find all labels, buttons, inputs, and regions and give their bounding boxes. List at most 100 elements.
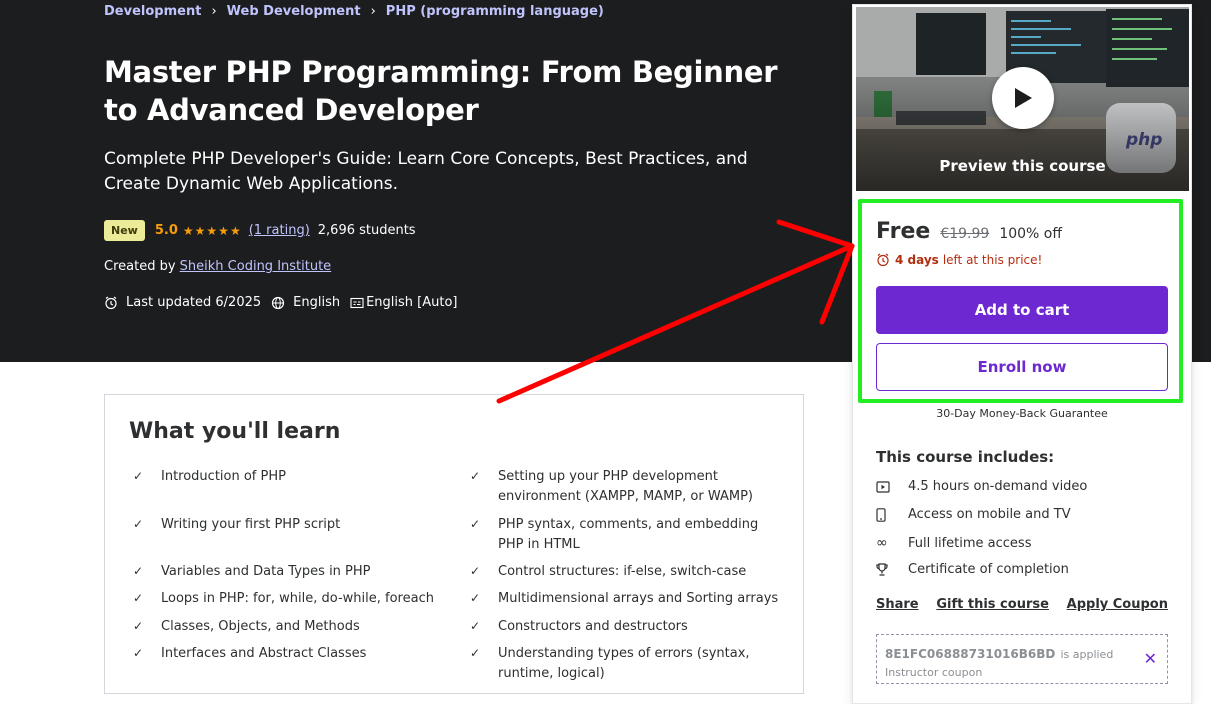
check-icon: ✓: [133, 646, 144, 660]
include-text: Access on mobile and TV: [908, 507, 1071, 522]
list-item: ✓ Interfaces and Abstract Classes: [129, 644, 449, 664]
learn-item-text: Multidimensional arrays and Sorting arra…: [498, 591, 779, 606]
learn-item-text: Introduction of PHP: [161, 469, 286, 484]
check-icon: ✓: [133, 564, 144, 578]
include-item: Certificate of completion: [876, 562, 1069, 577]
learn-item-text: Variables and Data Types in PHP: [161, 564, 371, 579]
course-subtitle: Complete PHP Developer's Guide: Learn Co…: [104, 149, 748, 194]
check-icon: ✓: [470, 564, 481, 578]
timer-text: left at this price!: [942, 253, 1043, 267]
include-item: Access on mobile and TV: [876, 507, 1071, 522]
rating-stars: ★ ★ ★ ★ ★: [183, 224, 242, 238]
students-count: 2,696 students: [317, 223, 416, 238]
list-item: ✓ Loops in PHP: for, while, do-while, fo…: [129, 589, 449, 609]
gift-course-link[interactable]: Gift this course: [936, 597, 1049, 612]
price-timer: 4 days left at this price!: [876, 253, 1042, 267]
instructor-link[interactable]: Sheikh Coding Institute: [180, 259, 332, 274]
include-item: 4.5 hours on-demand video: [876, 479, 1087, 494]
sidebar-links: Share Gift this course Apply Coupon: [876, 597, 1168, 612]
purchase-sidebar: php Preview this course Free €19.99 100%…: [852, 4, 1192, 704]
play-button[interactable]: [992, 67, 1054, 129]
include-text: 4.5 hours on-demand video: [908, 479, 1088, 494]
check-icon: ✓: [133, 591, 144, 605]
chevron-right-icon: ›: [211, 4, 217, 19]
globe-icon: [272, 296, 285, 309]
include-text: Certificate of completion: [908, 562, 1069, 577]
price-current: Free: [876, 219, 931, 244]
infinity-icon: ∞: [876, 535, 888, 551]
breadcrumb-php[interactable]: PHP (programming language): [386, 4, 604, 19]
rating-value: 5.0: [154, 223, 178, 238]
learn-item-text: PHP syntax, comments, and embedding PHP …: [498, 517, 759, 552]
coupon-applied-label: is applied: [1060, 648, 1114, 661]
language-text: English: [293, 295, 341, 310]
price-row: Free €19.99 100% off: [876, 219, 1062, 244]
star-icon: ★: [229, 223, 241, 238]
check-icon: ✓: [470, 591, 481, 605]
captions-text: English [Auto]: [366, 295, 458, 310]
last-updated-text: Last updated 6/2025: [126, 295, 262, 310]
list-item: ✓ Setting up your PHP development enviro…: [466, 467, 786, 506]
list-item: ✓ Writing your first PHP script: [129, 515, 449, 535]
list-item: ✓ PHP syntax, comments, and embedding PH…: [466, 515, 786, 554]
learn-item-text: Setting up your PHP development environm…: [498, 469, 753, 504]
course-meta: Last updated 6/2025 English English [Aut…: [104, 295, 468, 310]
discount-percent: 100% off: [999, 226, 1062, 242]
mobile-icon: [876, 507, 908, 522]
coupon-type: Instructor coupon: [885, 666, 983, 679]
close-icon[interactable]: ✕: [1144, 649, 1157, 668]
breadcrumb-development[interactable]: Development: [104, 4, 201, 19]
breadcrumb-web-development[interactable]: Web Development: [227, 4, 361, 19]
list-item: ✓ Control structures: if-else, switch-ca…: [466, 562, 786, 582]
price-original: €19.99: [940, 226, 990, 242]
learn-item-text: Writing your first PHP script: [161, 517, 341, 532]
share-link[interactable]: Share: [876, 597, 919, 612]
check-icon: ✓: [470, 469, 481, 483]
learn-item-text: Loops in PHP: for, while, do-while, fore…: [161, 591, 434, 606]
language: English: [271, 295, 340, 310]
enroll-now-button[interactable]: Enroll now: [876, 343, 1168, 391]
breadcrumb: Development › Web Development › PHP (pro…: [104, 4, 604, 19]
list-item: ✓ Classes, Objects, and Methods: [129, 617, 449, 637]
applied-coupon: 8E1FC06888731016B6BD is applied Instruct…: [876, 634, 1168, 684]
star-icon: ★: [182, 223, 194, 238]
star-icon: ★: [218, 223, 229, 238]
include-item: ∞ Full lifetime access: [876, 535, 1031, 551]
learn-item-text: Control structures: if-else, switch-case: [498, 564, 747, 579]
learn-item-text: Understanding types of errors (syntax, r…: [498, 646, 750, 681]
play-icon: [1015, 88, 1032, 108]
alarm-icon: [877, 253, 889, 267]
last-updated: Last updated 6/2025: [104, 295, 261, 310]
created-by-label: Created by: [104, 259, 176, 274]
rating-count-link[interactable]: (1 rating): [249, 223, 310, 238]
star-icon: ★: [206, 223, 218, 238]
new-badge: New: [104, 220, 145, 241]
add-to-cart-button[interactable]: Add to cart: [876, 286, 1168, 334]
timer-days: 4 days: [895, 253, 939, 267]
list-item: ✓ Understanding types of errors (syntax,…: [466, 644, 786, 683]
check-icon: ✓: [470, 517, 481, 531]
chevron-right-icon: ›: [370, 4, 376, 19]
learn-title: What you'll learn: [129, 419, 341, 444]
rating-row: New 5.0 ★ ★ ★ ★ ★ (1 rating) 2,696 stude…: [104, 220, 416, 241]
check-icon: ✓: [470, 646, 481, 660]
learn-item-text: Constructors and destructors: [498, 619, 688, 634]
preview-label: Preview this course: [939, 157, 1106, 175]
course-preview[interactable]: php Preview this course: [856, 7, 1189, 191]
list-item: ✓ Variables and Data Types in PHP: [129, 562, 449, 582]
video-icon: [876, 480, 908, 493]
trophy-icon: [876, 563, 908, 576]
alarm-icon: [105, 296, 117, 309]
created-by: Created by Sheikh Coding Institute: [104, 259, 331, 274]
coupon-code: 8E1FC06888731016B6BD: [885, 647, 1056, 661]
check-icon: ✓: [133, 469, 144, 483]
list-item: ✓ Constructors and destructors: [466, 617, 786, 637]
what-you-learn: What you'll learn ✓ Introduction of PHP …: [104, 394, 804, 694]
learn-item-text: Classes, Objects, and Methods: [161, 619, 360, 634]
star-icon: ★: [194, 223, 206, 238]
check-icon: ✓: [470, 619, 481, 633]
includes-title: This course includes:: [876, 448, 1055, 466]
learn-item-text: Interfaces and Abstract Classes: [161, 646, 367, 661]
list-item: ✓ Introduction of PHP: [129, 467, 449, 487]
apply-coupon-link[interactable]: Apply Coupon: [1067, 597, 1168, 612]
